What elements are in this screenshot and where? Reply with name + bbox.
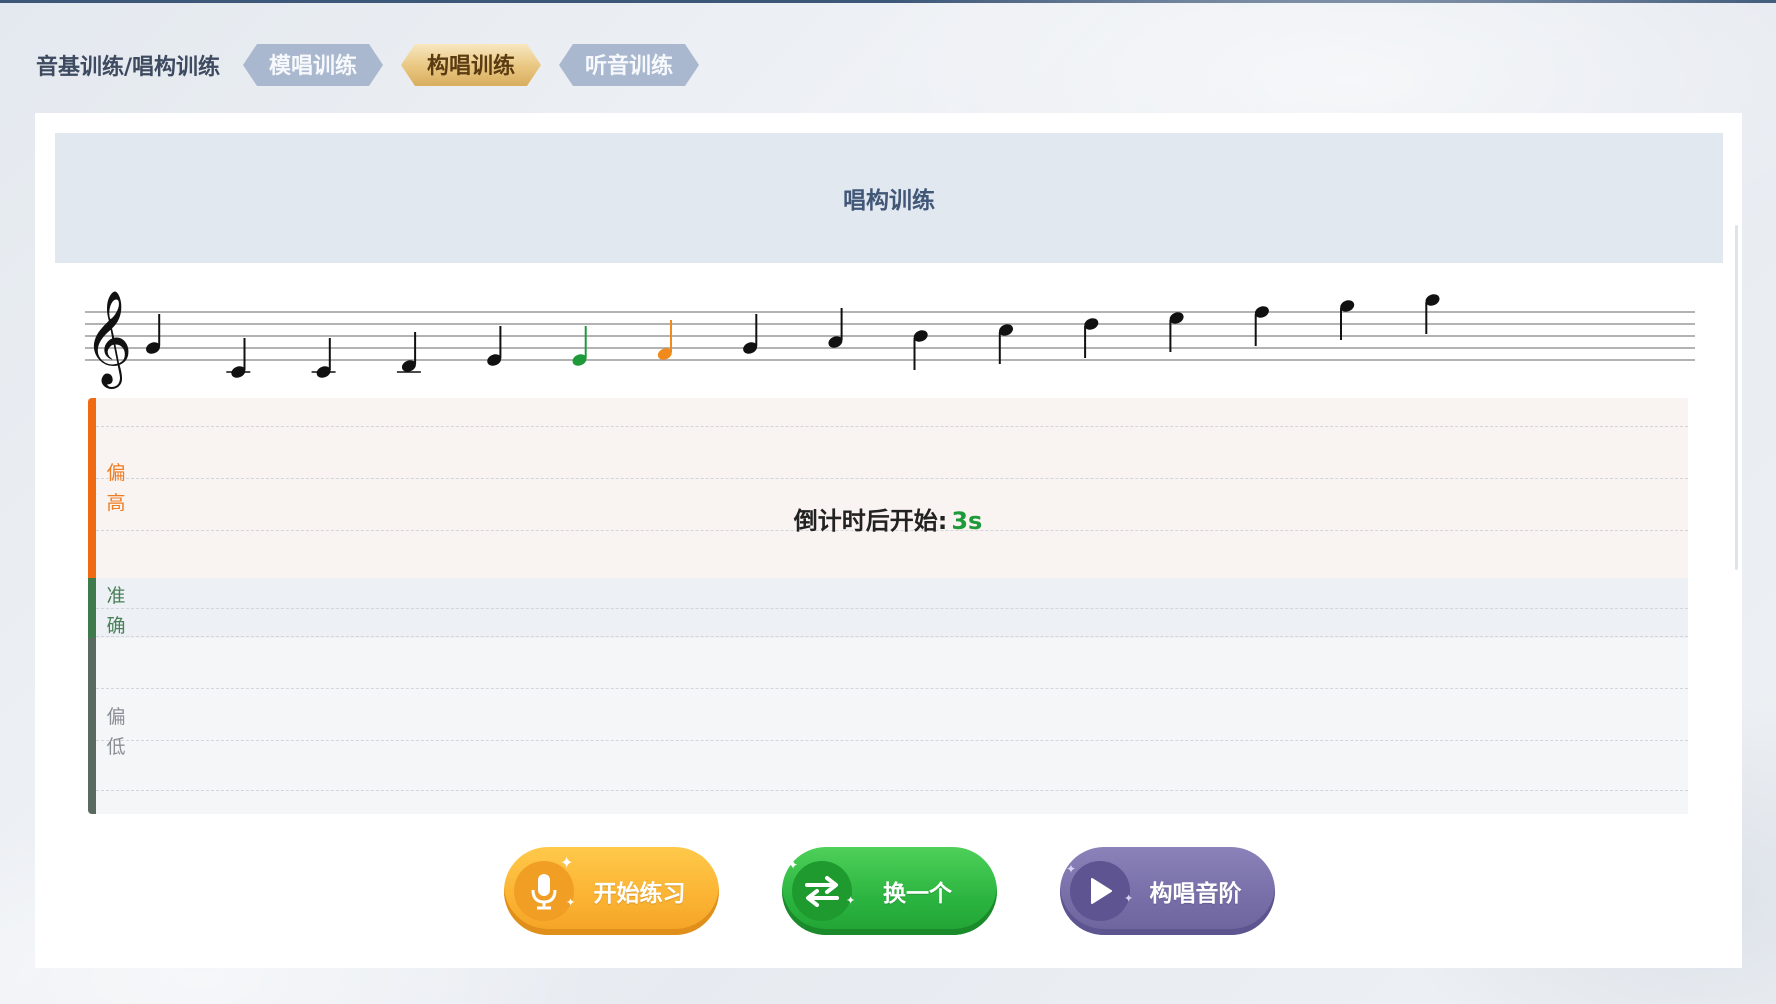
zone-low — [88, 638, 1688, 814]
guide-line — [96, 740, 1688, 741]
tab-label: 模唱训练 — [268, 53, 357, 79]
microphone-icon: ✦ ✦ — [514, 855, 576, 921]
music-staff: 𝄞 — [85, 290, 1695, 389]
sparkle-icon: ✦ — [1124, 892, 1134, 905]
note-next — [657, 320, 672, 360]
scrollbar[interactable] — [1735, 225, 1738, 570]
note-default — [311, 338, 336, 378]
note-default — [146, 314, 161, 354]
guide-line — [96, 426, 1688, 427]
note-default — [1425, 294, 1440, 334]
low-label: 偏低 — [106, 706, 126, 758]
note-default — [396, 332, 421, 373]
tab-construct-singing[interactable]: 构唱训练 — [401, 44, 541, 86]
note-default — [1169, 312, 1184, 352]
sparkle-icon: ✦ — [1066, 862, 1077, 876]
countdown-value: 3s — [951, 507, 983, 535]
note-current — [572, 326, 587, 366]
indicator-bar-accurate — [88, 578, 96, 638]
play-icon: ✦ ✦ — [1066, 861, 1134, 921]
guide-line — [96, 790, 1688, 791]
tab-label: 构唱训练 — [426, 53, 515, 79]
start-practice-label: 开始练习 — [593, 881, 686, 907]
note-default — [1340, 300, 1355, 340]
staff-lines — [85, 311, 1695, 361]
panel-header: 唱构训练 — [55, 133, 1723, 263]
sparkle-icon: ✦ — [566, 896, 576, 909]
breadcrumb: 音基训练/唱构训练 — [36, 54, 221, 80]
panel-title: 唱构训练 — [843, 187, 935, 214]
note-default — [226, 338, 251, 378]
scale-playback-button[interactable]: ✦ ✦ 构唱音阶 — [1060, 847, 1275, 935]
guide-line — [96, 608, 1688, 609]
guide-line — [96, 478, 1688, 479]
guide-line — [96, 688, 1688, 689]
tab-imitation-singing[interactable]: 模唱训练 — [243, 44, 383, 86]
note-default — [1084, 318, 1099, 358]
tab-label: 听音训练 — [584, 53, 673, 79]
indicator-bar-high — [88, 398, 96, 578]
sparkle-icon: ✦ — [846, 894, 856, 907]
note-default — [487, 326, 502, 366]
zone-high — [88, 398, 1688, 578]
guide-line — [96, 636, 1688, 637]
training-card: 唱构训练 𝄞 偏高 准确 偏低 倒计时后开始: 3s ✦ ✦ 开始练习 ✦ ✦ … — [35, 113, 1742, 968]
treble-clef-icon: 𝄞 — [85, 290, 132, 389]
swap-arrows-icon: ✦ ✦ — [788, 858, 856, 921]
note-default — [1254, 306, 1269, 346]
tab-ear-training[interactable]: 听音训练 — [559, 44, 699, 86]
swap-label: 换一个 — [883, 881, 952, 907]
note-default — [913, 330, 928, 370]
swap-button[interactable]: ✦ ✦ 换一个 — [782, 847, 997, 935]
sparkle-icon: ✦ — [560, 853, 574, 872]
note-default — [743, 314, 758, 354]
countdown: 倒计时后开始: 3s — [88, 501, 1688, 536]
note-default — [828, 308, 843, 348]
note-default — [998, 324, 1013, 364]
pitch-meter: 偏高 准确 偏低 倒计时后开始: 3s — [88, 398, 1688, 814]
top-accent-line — [0, 0, 1776, 3]
start-practice-button[interactable]: ✦ ✦ 开始练习 — [504, 847, 719, 935]
countdown-label: 倒计时后开始: — [793, 507, 948, 535]
indicator-bar-low — [88, 638, 96, 814]
scale-playback-label: 构唱音阶 — [1149, 881, 1242, 907]
sparkle-icon: ✦ — [788, 858, 799, 872]
accurate-label: 准确 — [106, 585, 126, 637]
